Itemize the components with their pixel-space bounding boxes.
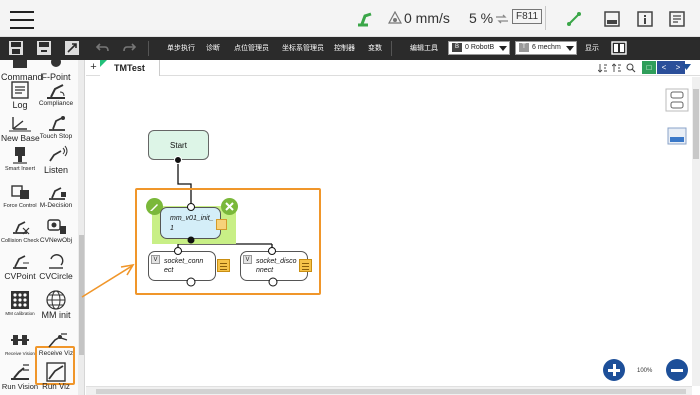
- socket-connect-input-port[interactable]: [173, 246, 183, 256]
- delete-node-button[interactable]: [221, 198, 238, 215]
- zoom-out-button[interactable]: [666, 359, 688, 381]
- zoom-level: 100%: [637, 368, 653, 374]
- note-icon[interactable]: [216, 219, 227, 230]
- canvas-vertical-scrollbar[interactable]: [692, 77, 700, 386]
- socket-disconnect-tag-icon[interactable]: [299, 259, 312, 272]
- socket-disconnect-output-port[interactable]: [267, 276, 279, 288]
- socket-connect-label: socket_conn ect: [164, 258, 204, 274]
- canvas-horizontal-scrollbar[interactable]: [86, 386, 692, 395]
- flow-layout-icon[interactable]: [665, 88, 689, 112]
- socket-disconnect-input-port[interactable]: [267, 246, 277, 256]
- socket-connect-output-port[interactable]: [185, 276, 197, 288]
- mm-init-input-port[interactable]: [186, 202, 196, 212]
- socket-connect-badge: V: [151, 255, 160, 264]
- socket-connect-tag-icon[interactable]: [217, 259, 230, 272]
- start-output-port[interactable]: [173, 155, 183, 165]
- close-icon: [225, 202, 234, 211]
- socket-disconnect-badge: V: [243, 255, 252, 264]
- mm-init-output-port[interactable]: [186, 235, 196, 245]
- socket-disconnect-label: socket_disco nnect: [256, 258, 297, 274]
- flow-editor-app: 0 mm/s 5 % F811 单步执行 诊断 点位管理员 坐标系管理员 控制器…: [0, 0, 700, 395]
- mm-init-node-label: mm_v01_init_ 1: [170, 215, 214, 232]
- zoom-in-button[interactable]: [603, 359, 625, 381]
- flow-connectors: [81, 160, 273, 298]
- subflow-icon[interactable]: [665, 124, 689, 148]
